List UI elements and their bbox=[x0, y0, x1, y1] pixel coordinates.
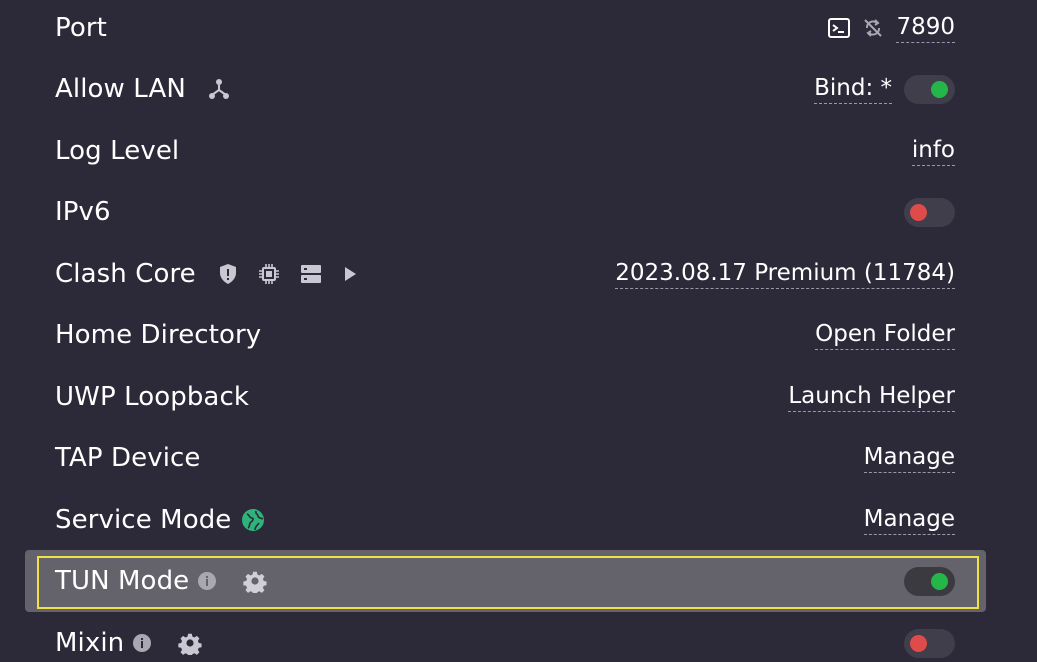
ipv6-toggle[interactable] bbox=[904, 197, 955, 227]
tap-device-manage-button[interactable]: Manage bbox=[863, 443, 955, 473]
clash-core-version[interactable]: 2023.08.17 Premium (11784) bbox=[615, 259, 955, 289]
open-folder-button[interactable]: Open Folder bbox=[815, 320, 955, 350]
log-level-select[interactable]: info bbox=[911, 136, 955, 166]
uwp-loopback-label: UWP Loopback bbox=[55, 382, 250, 412]
row-uwp-loopback: UWP Loopback Launch Helper bbox=[0, 366, 1037, 428]
info-icon[interactable] bbox=[132, 633, 152, 653]
gear-icon[interactable] bbox=[243, 569, 267, 593]
row-service-mode: Service Mode Manage bbox=[0, 489, 1037, 551]
globe-icon bbox=[241, 508, 265, 532]
row-port: Port 7890 bbox=[0, 0, 1037, 59]
tun-mode-label: TUN Mode bbox=[55, 566, 190, 596]
network-icon bbox=[208, 78, 230, 100]
sync-disabled-icon[interactable] bbox=[862, 17, 884, 39]
port-value[interactable]: 7890 bbox=[896, 13, 955, 43]
shield-alert-icon[interactable] bbox=[218, 263, 238, 285]
mixin-label: Mixin bbox=[55, 628, 125, 658]
service-mode-label: Service Mode bbox=[55, 505, 232, 535]
settings-list: Port 7890 Allow LAN Bind: * Log Level in… bbox=[0, 0, 1037, 662]
gear-icon[interactable] bbox=[178, 631, 202, 655]
home-directory-label: Home Directory bbox=[55, 320, 262, 350]
chip-icon[interactable] bbox=[258, 263, 280, 285]
terminal-icon[interactable] bbox=[828, 18, 851, 38]
server-icon[interactable] bbox=[300, 264, 322, 284]
log-level-label: Log Level bbox=[55, 136, 180, 166]
info-icon[interactable] bbox=[197, 571, 217, 591]
launch-helper-button[interactable]: Launch Helper bbox=[788, 382, 955, 412]
row-allow-lan: Allow LAN Bind: * bbox=[0, 58, 1037, 120]
clash-core-label: Clash Core bbox=[55, 259, 196, 289]
row-clash-core: Clash Core 2023.08.17 Premium (11784) bbox=[0, 243, 1037, 305]
row-ipv6: IPv6 bbox=[0, 181, 1037, 243]
allow-lan-label: Allow LAN bbox=[55, 74, 186, 104]
mixin-toggle[interactable] bbox=[904, 628, 955, 658]
row-home-directory: Home Directory Open Folder bbox=[0, 304, 1037, 366]
row-tun-mode: TUN Mode bbox=[0, 550, 1037, 612]
allow-lan-toggle[interactable] bbox=[904, 74, 955, 104]
row-log-level: Log Level info bbox=[0, 120, 1037, 182]
ipv6-label: IPv6 bbox=[55, 197, 111, 227]
bind-address-button[interactable]: Bind: * bbox=[814, 74, 892, 104]
port-label: Port bbox=[55, 13, 107, 43]
tun-mode-toggle[interactable] bbox=[904, 566, 955, 596]
row-tap-device: TAP Device Manage bbox=[0, 427, 1037, 489]
service-mode-manage-button[interactable]: Manage bbox=[863, 505, 955, 535]
tap-device-label: TAP Device bbox=[55, 443, 201, 473]
play-icon[interactable] bbox=[342, 265, 358, 283]
row-mixin: Mixin bbox=[0, 612, 1037, 662]
